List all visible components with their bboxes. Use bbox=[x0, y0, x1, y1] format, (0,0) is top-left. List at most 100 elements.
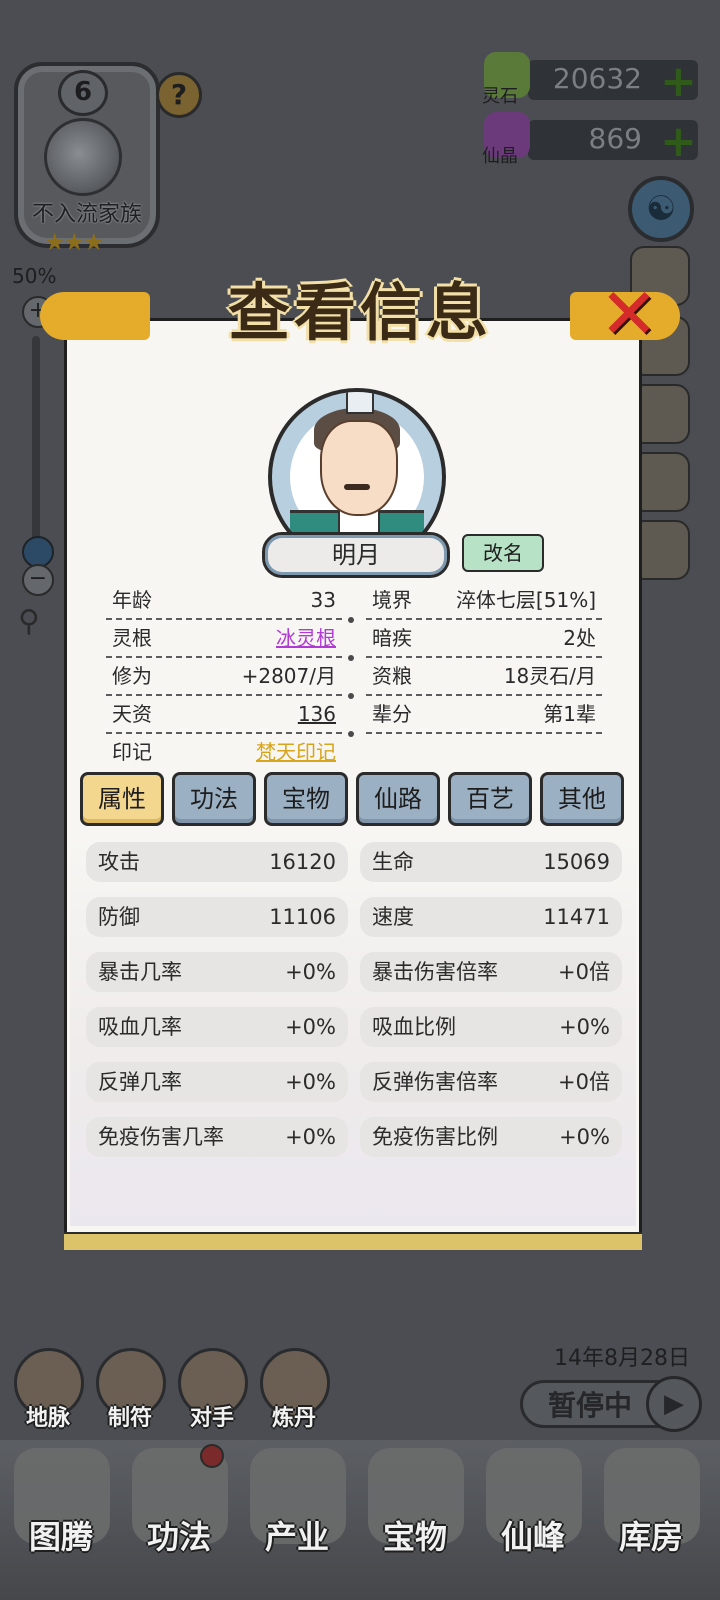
info-value: 第1辈 bbox=[543, 702, 596, 726]
info-label: 灵根 bbox=[112, 626, 152, 650]
stat-value: +0% bbox=[559, 1015, 610, 1039]
avatar-face bbox=[320, 420, 398, 516]
stat-value: +0倍 bbox=[558, 960, 610, 984]
stat-label: 反弹伤害倍率 bbox=[372, 1070, 498, 1094]
info-left-column: 年龄 33 灵根 冰灵根 修为 +2807/月 天资 136 印记 梵天印记 bbox=[106, 582, 342, 770]
divider-dot bbox=[348, 693, 354, 699]
alchemy-label: 炼丹 bbox=[271, 1406, 316, 1431]
stat-value: 15069 bbox=[543, 850, 610, 874]
info-row-spirit-root: 灵根 冰灵根 bbox=[106, 620, 342, 658]
mark-link[interactable]: 梵天印记 bbox=[256, 734, 336, 770]
immortal-crystal-add-button[interactable]: + bbox=[660, 120, 697, 164]
help-button[interactable]: ? bbox=[156, 72, 202, 118]
info-row-provisions: 资粮 18灵石/月 bbox=[366, 658, 602, 696]
spirit-stone-value: 20632 bbox=[552, 62, 642, 95]
tab-treasures[interactable]: 宝物 bbox=[264, 772, 348, 826]
spirit-stone-add-button[interactable]: + bbox=[660, 60, 697, 104]
info-value: +2807/月 bbox=[241, 664, 336, 688]
tab-techniques[interactable]: 功法 bbox=[172, 772, 256, 826]
info-label: 资粮 bbox=[372, 664, 412, 688]
stat-value: 16120 bbox=[269, 850, 336, 874]
info-right-column: 境界 淬体七层[51%] 暗疾 2处 资粮 18灵石/月 辈分 第1辈 bbox=[366, 582, 602, 734]
info-row-age: 年龄 33 bbox=[106, 582, 342, 620]
spirit-stone-label: 灵石 bbox=[482, 86, 518, 107]
stat-label: 攻击 bbox=[98, 850, 140, 874]
stat-value: +0% bbox=[285, 1125, 336, 1149]
avatar-crown bbox=[346, 392, 374, 414]
info-value: 33 bbox=[310, 588, 336, 612]
family-stars: ★★★ bbox=[44, 228, 105, 256]
stat-label: 反弹几率 bbox=[98, 1070, 182, 1094]
stat-health: 生命 15069 bbox=[360, 842, 622, 882]
info-row-hidden-illness: 暗疾 2处 bbox=[366, 620, 602, 658]
stat-value: +0% bbox=[285, 1015, 336, 1039]
family-crest-icon bbox=[44, 118, 122, 196]
stat-value: 11106 bbox=[269, 905, 336, 929]
nav-totem[interactable]: 图腾 bbox=[6, 1512, 116, 1558]
pause-label: 暂停中 bbox=[548, 1389, 633, 1422]
family-rank-name: 不入流家族 bbox=[31, 202, 142, 227]
immortal-crystal-value: 869 bbox=[588, 122, 642, 155]
close-button[interactable]: ✕ bbox=[598, 279, 660, 349]
opponent-label: 对手 bbox=[189, 1406, 234, 1431]
stat-immune-rate: 免疫伤害几率 +0% bbox=[86, 1117, 348, 1157]
zoom-slider-track[interactable] bbox=[32, 336, 40, 552]
info-label: 年龄 bbox=[112, 588, 152, 612]
info-label: 印记 bbox=[112, 740, 152, 764]
stat-label: 暴击伤害倍率 bbox=[372, 960, 498, 984]
stat-label: 吸血比例 bbox=[372, 1015, 456, 1039]
stat-label: 免疫伤害几率 bbox=[98, 1125, 224, 1149]
earth-vein-label: 地脉 bbox=[25, 1406, 70, 1431]
spirit-root-link[interactable]: 冰灵根 bbox=[276, 620, 336, 656]
tab-crafts[interactable]: 百艺 bbox=[448, 772, 532, 826]
settings-gear-icon[interactable]: ☯ bbox=[628, 176, 694, 242]
character-name-field: 明月 bbox=[262, 532, 450, 578]
stat-label: 速度 bbox=[372, 905, 414, 929]
stat-value: +0% bbox=[559, 1125, 610, 1149]
tab-immortal-path[interactable]: 仙路 bbox=[356, 772, 440, 826]
game-date: 14年8月28日 bbox=[554, 1346, 690, 1371]
stat-label: 防御 bbox=[98, 905, 140, 929]
stat-lifesteal-ratio: 吸血比例 +0% bbox=[360, 1007, 622, 1047]
info-value: 淬体七层[51%] bbox=[455, 588, 596, 612]
tab-other[interactable]: 其他 bbox=[540, 772, 624, 826]
info-value: 18灵石/月 bbox=[503, 664, 596, 688]
nav-peak[interactable]: 仙峰 bbox=[478, 1512, 588, 1558]
avatar-mustache bbox=[344, 484, 370, 490]
locate-icon[interactable]: ⚲ bbox=[18, 604, 54, 644]
info-value: 2处 bbox=[563, 626, 596, 650]
nav-industry[interactable]: 产业 bbox=[242, 1512, 352, 1558]
nav-warehouse[interactable]: 库房 bbox=[596, 1512, 706, 1558]
info-row-cultivation: 修为 +2807/月 bbox=[106, 658, 342, 696]
talisman-label: 制符 bbox=[107, 1406, 152, 1431]
notification-badge bbox=[200, 1444, 224, 1468]
stat-speed: 速度 11471 bbox=[360, 897, 622, 937]
info-label: 暗疾 bbox=[372, 626, 412, 650]
info-label: 辈分 bbox=[372, 702, 412, 726]
stat-crit-damage: 暴击伤害倍率 +0倍 bbox=[360, 952, 622, 992]
info-label: 境界 bbox=[372, 588, 412, 612]
stat-attack: 攻击 16120 bbox=[86, 842, 348, 882]
info-row-mark: 印记 梵天印记 bbox=[106, 734, 342, 770]
stat-defense: 防御 11106 bbox=[86, 897, 348, 937]
panel-bottom-trim bbox=[64, 1232, 642, 1250]
nav-technique[interactable]: 功法 bbox=[124, 1512, 234, 1558]
divider-dot bbox=[348, 655, 354, 661]
tab-attributes[interactable]: 属性 bbox=[80, 772, 164, 826]
play-icon[interactable]: ▶ bbox=[646, 1376, 702, 1432]
stat-immune-ratio: 免疫伤害比例 +0% bbox=[360, 1117, 622, 1157]
divider-dot bbox=[348, 731, 354, 737]
info-row-generation: 辈分 第1辈 bbox=[366, 696, 602, 734]
stat-lifesteal-rate: 吸血几率 +0% bbox=[86, 1007, 348, 1047]
zoom-out-button[interactable]: − bbox=[22, 564, 54, 596]
talent-link[interactable]: 136 bbox=[298, 696, 336, 732]
info-label: 修为 bbox=[112, 664, 152, 688]
info-row-talent: 天资 136 bbox=[106, 696, 342, 734]
stat-label: 免疫伤害比例 bbox=[372, 1125, 498, 1149]
stat-label: 生命 bbox=[372, 850, 414, 874]
nav-treasure[interactable]: 宝物 bbox=[360, 1512, 470, 1558]
stat-reflect-damage: 反弹伤害倍率 +0倍 bbox=[360, 1062, 622, 1102]
divider-dot bbox=[348, 617, 354, 623]
rename-button[interactable]: 改名 bbox=[462, 534, 544, 572]
immortal-crystal-label: 仙晶 bbox=[482, 146, 518, 167]
